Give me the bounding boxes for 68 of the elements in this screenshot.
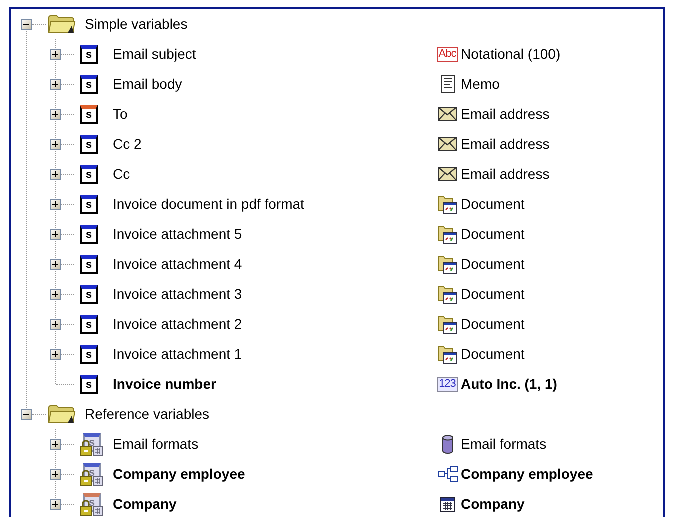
group-label[interactable]: Simple variables bbox=[85, 16, 188, 32]
variable-type: Auto Inc. (1, 1) bbox=[461, 376, 558, 392]
expand-icon[interactable] bbox=[50, 468, 61, 480]
variable-type: Email address bbox=[461, 166, 550, 182]
document-folder-icon bbox=[438, 254, 458, 274]
variable-type: Email address bbox=[461, 136, 550, 152]
variable-name[interactable]: Cc bbox=[113, 166, 436, 182]
variable-type: Email formats bbox=[461, 436, 547, 452]
variable-name[interactable]: Cc 2 bbox=[113, 136, 436, 152]
variable-name[interactable]: Invoice attachment 4 bbox=[113, 256, 436, 272]
expand-icon[interactable] bbox=[50, 258, 61, 270]
variable-type: Document bbox=[461, 316, 525, 332]
folder-icon bbox=[48, 404, 76, 424]
expand-icon[interactable] bbox=[50, 288, 61, 300]
variable-type: Email address bbox=[461, 106, 550, 122]
variable-name[interactable]: Invoice attachment 1 bbox=[113, 346, 436, 362]
variable-name[interactable]: Company bbox=[113, 496, 436, 512]
variable-type: Document bbox=[461, 346, 525, 362]
variable-type: Memo bbox=[461, 76, 500, 92]
variable-name[interactable]: Email subject bbox=[113, 46, 436, 62]
expand-icon[interactable] bbox=[50, 198, 61, 210]
document-folder-icon bbox=[438, 284, 458, 304]
locked-variable-icon: s bbox=[80, 463, 104, 485]
expand-icon[interactable] bbox=[50, 438, 61, 450]
variable-name[interactable]: Invoice document in pdf format bbox=[113, 196, 436, 212]
table-icon bbox=[440, 496, 455, 512]
number-icon: 123 bbox=[437, 376, 458, 392]
document-folder-icon bbox=[438, 344, 458, 364]
envelope-icon bbox=[438, 107, 457, 121]
variable-name[interactable]: To bbox=[113, 106, 436, 122]
hierarchy-icon bbox=[438, 466, 458, 482]
group-label[interactable]: Reference variables bbox=[85, 406, 210, 422]
document-folder-icon bbox=[438, 224, 458, 244]
variable-name[interactable]: Email body bbox=[113, 76, 436, 92]
variable-type: Company employee bbox=[461, 466, 594, 482]
expand-icon[interactable] bbox=[50, 108, 61, 120]
expand-icon[interactable] bbox=[50, 138, 61, 150]
envelope-icon bbox=[438, 167, 457, 181]
memo-icon bbox=[440, 75, 454, 93]
document-folder-icon bbox=[438, 194, 458, 214]
variable-name[interactable]: Invoice number bbox=[113, 376, 436, 392]
expand-icon[interactable] bbox=[50, 498, 61, 510]
variable-name[interactable]: Invoice attachment 3 bbox=[113, 286, 436, 302]
folder-icon bbox=[48, 14, 76, 34]
envelope-icon bbox=[438, 137, 457, 151]
variable-type: Company bbox=[461, 496, 525, 512]
variable-type: Document bbox=[461, 256, 525, 272]
expand-icon[interactable] bbox=[50, 348, 61, 360]
locked-variable-icon: s bbox=[80, 433, 104, 455]
document-folder-icon bbox=[438, 314, 458, 334]
variable-type: Notational (100) bbox=[461, 46, 561, 62]
expand-icon[interactable] bbox=[50, 228, 61, 240]
abc-icon: Abc bbox=[436, 46, 458, 62]
variable-name[interactable]: Invoice attachment 2 bbox=[113, 316, 436, 332]
variable-name[interactable]: Email formats bbox=[113, 436, 436, 452]
collapse-icon[interactable] bbox=[21, 408, 32, 420]
locked-variable-icon: s bbox=[80, 493, 104, 515]
expand-icon[interactable] bbox=[50, 78, 61, 90]
database-icon bbox=[442, 434, 454, 454]
expand-icon[interactable] bbox=[50, 318, 61, 330]
variable-type: Document bbox=[461, 196, 525, 212]
expand-icon[interactable] bbox=[50, 48, 61, 60]
variable-name[interactable]: Invoice attachment 5 bbox=[113, 226, 436, 242]
variable-type: Document bbox=[461, 226, 525, 242]
variable-name[interactable]: Company employee bbox=[113, 466, 436, 482]
collapse-icon[interactable] bbox=[21, 18, 32, 30]
variable-type: Document bbox=[461, 286, 525, 302]
expand-icon[interactable] bbox=[50, 168, 61, 180]
